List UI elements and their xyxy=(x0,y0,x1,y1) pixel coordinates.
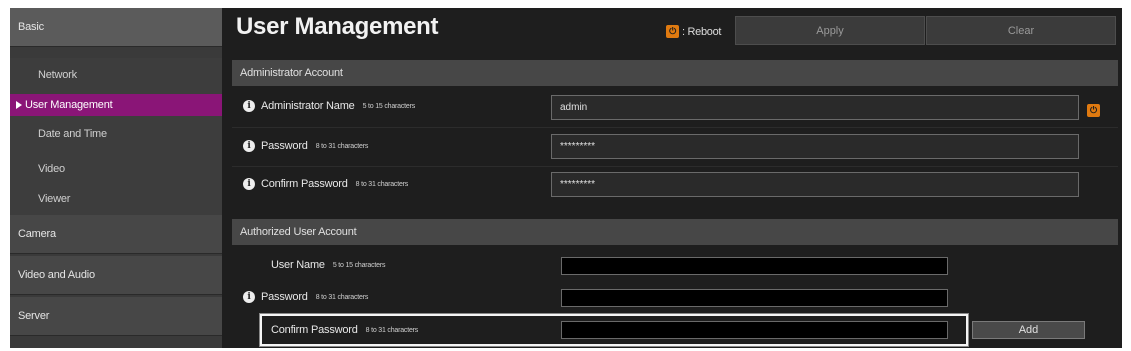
app-window: Basic Network User Management Date and T… xyxy=(10,8,1122,348)
sidebar-item-date-and-time[interactable]: Date and Time xyxy=(10,123,222,145)
administrator-account-header: Administrator Account xyxy=(232,60,1118,86)
field-label: Password xyxy=(261,140,308,152)
field-label: User Name xyxy=(271,259,325,271)
active-arrow-icon xyxy=(16,101,22,109)
field-hint: 8 to 31 characters xyxy=(365,326,419,334)
sidebar-item-video[interactable]: Video xyxy=(10,158,222,180)
field-label: Confirm Password xyxy=(261,178,348,190)
power-icon: ⏻ xyxy=(1087,104,1100,117)
sidebar-category-label: Camera xyxy=(18,228,56,240)
reboot-legend-text: : Reboot xyxy=(682,25,722,38)
sidebar-item-label: Video xyxy=(38,163,65,175)
field-label: Administrator Name xyxy=(261,100,355,112)
sidebar-category-video-and-audio[interactable]: Video and Audio xyxy=(10,256,222,295)
administrator-confirm-password-input[interactable]: ********* xyxy=(551,172,1079,197)
field-hint: 5 to 15 characters xyxy=(362,102,416,110)
field-hint: 8 to 31 characters xyxy=(315,293,369,301)
sidebar-category-basic[interactable]: Basic xyxy=(10,8,222,47)
page-title: User Management xyxy=(236,13,439,40)
sidebar-item-label: User Management xyxy=(25,99,113,111)
power-icon: ⏻ xyxy=(666,25,679,38)
user-confirm-password-input[interactable] xyxy=(561,321,948,339)
apply-button[interactable]: Apply xyxy=(735,16,925,45)
user-password-input[interactable] xyxy=(561,289,948,307)
row-divider xyxy=(232,127,1118,128)
sidebar-item-network[interactable]: Network xyxy=(10,64,222,86)
field-hint: 5 to 15 characters xyxy=(332,261,386,269)
field-label: Password xyxy=(261,291,308,303)
field-label: Confirm Password xyxy=(271,324,358,336)
administrator-confirm-password-label: i Confirm Password 8 to 31 characters xyxy=(243,178,408,190)
user-name-label: User Name 5 to 15 characters xyxy=(271,259,385,271)
administrator-name-input[interactable]: admin xyxy=(551,95,1079,120)
field-hint: 8 to 31 characters xyxy=(315,142,369,150)
administrator-password-label: i Password 8 to 31 characters xyxy=(243,140,368,152)
row-divider xyxy=(232,166,1118,167)
sidebar-item-viewer[interactable]: Viewer xyxy=(10,188,222,210)
info-icon[interactable]: i xyxy=(243,291,255,303)
info-icon[interactable]: i xyxy=(243,140,255,152)
add-user-button[interactable]: Add xyxy=(972,321,1085,339)
administrator-password-input[interactable]: ********* xyxy=(551,134,1079,159)
clear-button[interactable]: Clear xyxy=(926,16,1116,45)
field-hint: 8 to 31 characters xyxy=(355,180,409,188)
page-frame: Basic Network User Management Date and T… xyxy=(0,0,1131,351)
sidebar-item-user-management[interactable]: User Management xyxy=(10,94,222,116)
administrator-name-label: i Administrator Name 5 to 15 characters xyxy=(243,100,415,112)
sidebar-item-label: Viewer xyxy=(38,193,71,205)
sidebar: Basic Network User Management Date and T… xyxy=(10,8,222,348)
sidebar-category-label: Basic xyxy=(18,21,44,33)
sidebar-category-label: Server xyxy=(18,310,50,322)
sidebar-item-label: Date and Time xyxy=(38,128,107,140)
sidebar-category-server[interactable]: Server xyxy=(10,297,222,336)
user-confirm-password-label: Confirm Password 8 to 31 characters xyxy=(271,324,418,336)
reboot-indicator: ⏻ xyxy=(1087,100,1100,118)
info-icon[interactable]: i xyxy=(243,100,255,112)
user-password-label: i Password 8 to 31 characters xyxy=(243,291,368,303)
authorized-user-account-header: Authorized User Account xyxy=(232,219,1118,245)
sidebar-category-camera[interactable]: Camera xyxy=(10,215,222,254)
sidebar-item-label: Network xyxy=(38,69,77,81)
reboot-legend: ⏻ : Reboot xyxy=(666,25,721,38)
info-icon[interactable]: i xyxy=(243,178,255,190)
user-name-input[interactable] xyxy=(561,257,948,275)
sidebar-category-label: Video and Audio xyxy=(18,269,95,281)
